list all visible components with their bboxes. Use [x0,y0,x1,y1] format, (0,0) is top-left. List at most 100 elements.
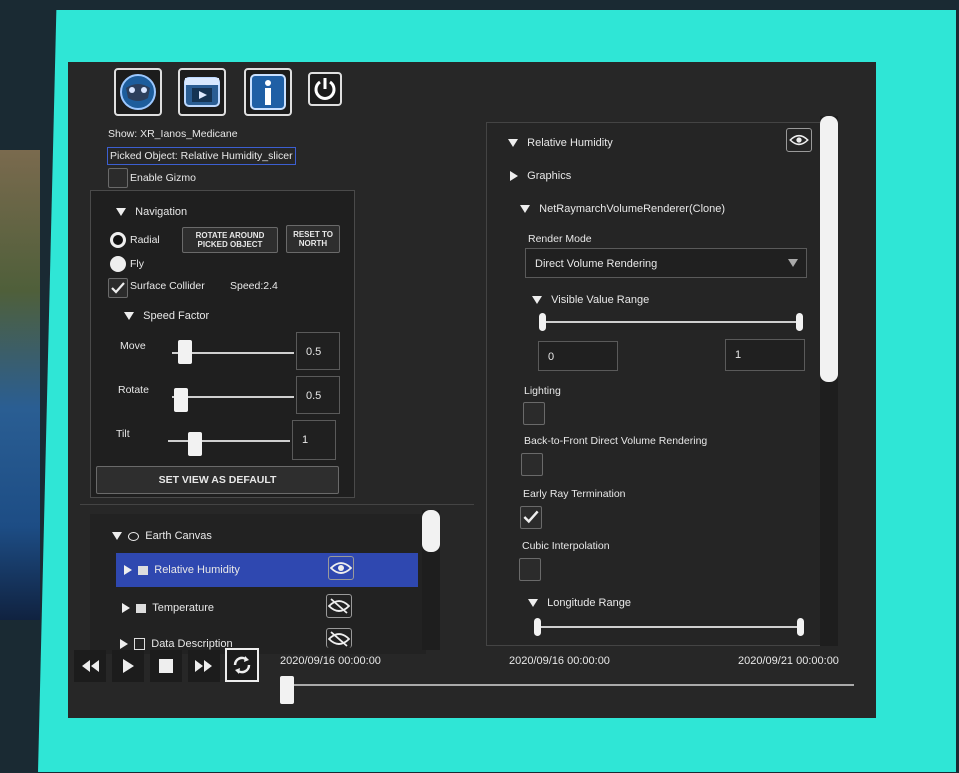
visibility-toggle-temperature[interactable] [326,594,352,618]
surface-collider-label: Surface Collider [130,280,205,292]
early-ray-termination-label: Early Ray Termination [523,488,626,500]
tilt-value-field[interactable]: 1 [292,420,336,460]
speed-factor-title: Speed Factor [143,310,210,322]
show-label: Show: XR_Ianos_Medicane [108,128,238,140]
folder-icon [136,603,147,613]
value-range-min-handle[interactable] [539,313,546,331]
back-to-front-label: Back-to-Front Direct Volume Rendering [524,435,708,447]
expand-icon [122,603,130,614]
inspector-scrollbar-thumb[interactable] [820,116,838,382]
tree-scrollbar[interactable] [422,510,440,650]
timeline-end-time: 2020/09/21 00:00:00 [738,655,839,667]
range-min-field[interactable]: 0 [538,341,618,371]
tilt-label: Tilt [116,428,130,440]
power-button[interactable] [308,72,342,106]
cubic-interpolation-label: Cubic Interpolation [522,540,610,552]
power-icon [314,78,336,100]
document-icon [134,638,146,651]
tree-scrollbar-thumb[interactable] [422,510,440,552]
graphics-header[interactable]: Graphics [510,170,571,182]
play-button[interactable] [112,650,144,682]
tree-item-data-description[interactable]: Data Description [120,638,233,651]
render-mode-dropdown[interactable]: Direct Volume Rendering [525,248,807,278]
render-mode-value: Direct Volume Rendering [535,258,658,270]
render-mode-label: Render Mode [528,233,592,245]
visibility-toggle-relative-humidity[interactable] [328,556,354,580]
collapse-icon [528,599,538,608]
longitude-range-max-handle[interactable] [797,618,804,636]
longitude-range-header[interactable]: Longitude Range [528,597,631,609]
visibility-toggle-data-description[interactable] [326,628,352,648]
tilt-slider-track[interactable] [168,440,290,442]
value-range-max-handle[interactable] [796,313,803,331]
tree-item-label: Temperature [152,602,215,614]
tilt-slider-handle[interactable] [188,432,202,456]
stop-button[interactable] [150,650,182,682]
timeline-start-time: 2020/09/16 00:00:00 [509,655,610,667]
rotate-slider-track[interactable] [172,396,294,398]
checkmark-icon [523,510,539,524]
expand-icon [510,171,518,182]
range-max-field[interactable]: 1 [725,339,805,371]
inspector-title: Relative Humidity [527,137,613,149]
lighting-checkbox[interactable] [523,402,545,425]
main-panel: Show: XR_Ianos_Medicane Picked Object: R… [68,62,876,718]
rewind-button[interactable] [74,650,106,682]
component-title: NetRaymarchVolumeRenderer(Clone) [539,203,726,215]
fast-forward-button[interactable] [188,650,220,682]
fast-forward-icon [195,660,212,672]
rotate-label: Rotate [118,384,149,396]
rotate-value-field[interactable]: 0.5 [296,376,340,414]
earth-globe-background [0,150,40,620]
inspector-title-header[interactable]: Relative Humidity [508,137,613,149]
eye-icon [330,562,352,574]
radial-radio[interactable] [110,232,126,248]
loop-button[interactable] [225,648,259,682]
longitude-range-slider-track[interactable] [538,626,802,628]
rotate-slider-handle[interactable] [174,388,188,412]
circle-icon [128,531,140,541]
tree-item-label: Data Description [151,638,233,650]
navigation-header[interactable]: Navigation [116,206,187,218]
timeline-slider-handle[interactable] [280,676,294,704]
collapse-icon [508,139,518,148]
enable-gizmo-checkbox[interactable] [108,168,128,188]
tree-root-label: Earth Canvas [145,530,212,542]
visible-value-range-title: Visible Value Range [551,294,650,306]
timeline-current-time: 2020/09/16 00:00:00 [280,655,381,667]
graphics-title: Graphics [527,170,572,182]
move-value-field[interactable]: 0.5 [296,332,340,370]
divider [80,504,474,505]
earth-layers-button[interactable] [114,68,162,116]
info-button[interactable] [244,68,292,116]
checkmark-icon [111,282,125,294]
longitude-range-min-handle[interactable] [534,618,541,636]
inspector-scrollbar[interactable] [820,116,838,646]
timeline-slider-track[interactable] [286,684,854,686]
component-header[interactable]: NetRaymarchVolumeRenderer(Clone) [520,203,725,215]
visible-value-range-header[interactable]: Visible Value Range [532,294,649,306]
chevron-down-icon [788,259,798,267]
surface-collider-checkbox[interactable] [108,278,128,298]
rewind-icon [82,660,99,672]
reset-to-north-button[interactable]: RESET TO NORTH [286,225,340,253]
folder-icon [138,565,149,575]
early-ray-termination-checkbox[interactable] [520,506,542,529]
eye-icon [789,134,809,146]
media-player-icon [184,77,220,107]
rotate-around-picked-object-button[interactable]: ROTATE AROUND PICKED OBJECT [182,227,278,253]
collapse-icon [520,205,530,214]
fly-radio[interactable] [110,256,126,272]
inspector-visibility-toggle[interactable] [786,128,812,152]
tree-item-temperature[interactable]: Temperature [122,602,214,614]
media-player-button[interactable] [178,68,226,116]
tree-root-earth-canvas[interactable]: Earth Canvas [112,530,212,542]
set-view-as-default-button[interactable]: SET VIEW AS DEFAULT [96,466,339,494]
speed-factor-header[interactable]: Speed Factor [124,310,209,322]
back-to-front-checkbox[interactable] [521,453,543,476]
value-range-slider-track[interactable] [542,321,802,323]
move-slider-handle[interactable] [178,340,192,364]
cubic-interpolation-checkbox[interactable] [519,558,541,581]
collapse-icon [124,312,134,321]
earth-layers-icon [120,74,156,110]
